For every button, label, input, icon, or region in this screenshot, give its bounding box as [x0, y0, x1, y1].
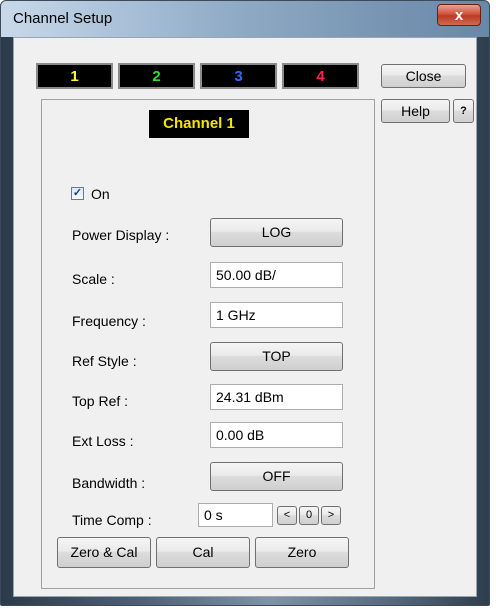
tab-channel-2[interactable]: 2 — [118, 63, 195, 89]
ref-style-button[interactable]: TOP — [210, 342, 343, 371]
time-comp-decrement-button[interactable]: < — [277, 506, 297, 525]
frequency-field[interactable]: 1 GHz — [210, 302, 343, 328]
time-comp-reset-button[interactable]: 0 — [299, 506, 319, 525]
zero-cal-button[interactable]: Zero & Cal — [57, 537, 151, 568]
close-button[interactable]: Close — [381, 64, 466, 88]
power-display-button[interactable]: LOG — [210, 218, 343, 247]
context-help-icon: ? — [460, 105, 467, 117]
time-comp-increment-button[interactable]: > — [321, 506, 341, 525]
ext-loss-label: Ext Loss : — [72, 433, 134, 449]
bandwidth-label: Bandwidth : — [72, 475, 146, 491]
title-bar[interactable]: Channel Setup x — [1, 1, 489, 37]
context-help-button[interactable]: ? — [453, 99, 474, 123]
channel-label: Channel 1 — [149, 110, 249, 138]
ref-style-label: Ref Style : — [72, 353, 137, 369]
time-comp-label: Time Comp : — [72, 512, 152, 528]
tab-channel-4-label: 4 — [316, 68, 325, 85]
help-button[interactable]: Help — [381, 99, 450, 123]
tab-channel-4[interactable]: 4 — [282, 63, 359, 89]
scale-label: Scale : — [72, 271, 115, 287]
tab-channel-1[interactable]: 1 — [36, 63, 113, 89]
time-comp-field[interactable]: 0 s — [198, 503, 273, 527]
window-title: Channel Setup — [13, 10, 113, 27]
frequency-label: Frequency : — [72, 313, 146, 329]
power-display-label: Power Display : — [72, 227, 170, 243]
tab-channel-3-label: 3 — [234, 68, 243, 85]
tab-channel-2-label: 2 — [152, 68, 161, 85]
scale-field[interactable]: 50.00 dB/ — [210, 262, 343, 288]
top-ref-field[interactable]: 24.31 dBm — [210, 384, 343, 410]
bandwidth-button[interactable]: OFF — [210, 462, 343, 491]
zero-button[interactable]: Zero — [255, 537, 349, 568]
on-checkbox-label: On — [91, 186, 110, 202]
tab-channel-3[interactable]: 3 — [200, 63, 277, 89]
cal-button[interactable]: Cal — [156, 537, 250, 568]
channel-setup-window: Channel Setup x 1 2 3 4 Close Help ? Cha… — [0, 0, 490, 606]
ext-loss-field[interactable]: 0.00 dB — [210, 422, 343, 448]
top-ref-label: Top Ref : — [72, 393, 129, 409]
on-checkbox[interactable]: ✓ — [71, 187, 84, 200]
dialog-client-area: 1 2 3 4 Close Help ? Channel 1 ✓ On Powe… — [13, 37, 477, 597]
window-close-button[interactable]: x — [437, 4, 481, 26]
channel-settings-panel: Channel 1 ✓ On Power Display : LOG Scale… — [41, 99, 375, 589]
checkmark-icon: ✓ — [72, 187, 83, 199]
tab-channel-1-label: 1 — [70, 68, 79, 85]
